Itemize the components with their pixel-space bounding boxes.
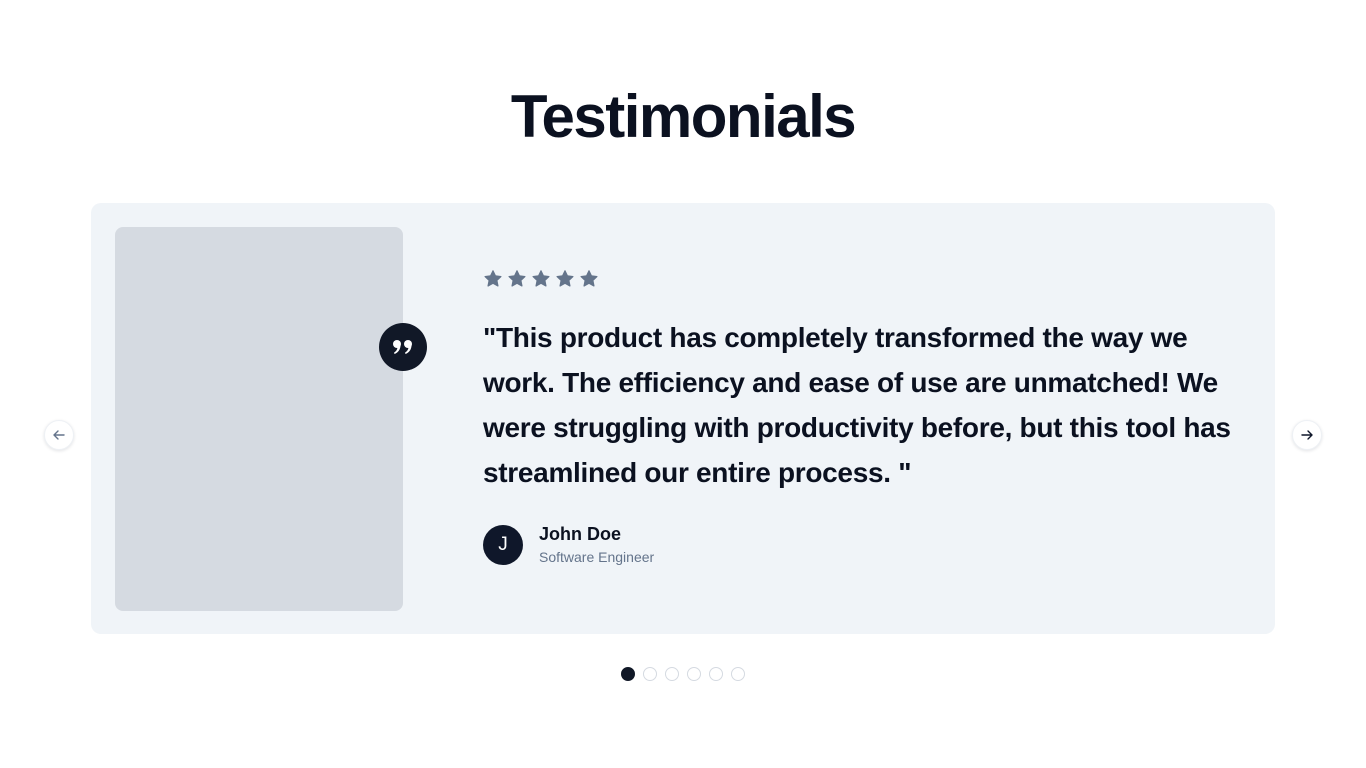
testimonial-quote: "This product has completely transformed… bbox=[483, 322, 1231, 488]
arrow-left-icon bbox=[53, 430, 65, 440]
pagination-dot[interactable] bbox=[643, 667, 657, 681]
pagination-dot[interactable] bbox=[687, 667, 701, 681]
quote-icon bbox=[393, 340, 412, 354]
quote-badge bbox=[379, 323, 427, 371]
star-icon bbox=[508, 270, 526, 287]
testimonial-photo-placeholder bbox=[115, 227, 403, 611]
avatar: J bbox=[483, 525, 523, 565]
star-rating bbox=[483, 269, 599, 289]
section-title: Testimonials bbox=[510, 83, 857, 150]
testimonial-card: "This product has completely transformed… bbox=[91, 203, 1275, 634]
next-slide-button[interactable] bbox=[1292, 420, 1322, 450]
arrow-right-icon bbox=[1301, 430, 1313, 440]
testimonial-author: J John Doe Software Engineer bbox=[483, 523, 654, 567]
pagination-dot[interactable] bbox=[731, 667, 745, 681]
pagination-dot[interactable] bbox=[665, 667, 679, 681]
previous-slide-button[interactable] bbox=[44, 420, 74, 450]
pagination-dot[interactable] bbox=[621, 667, 635, 681]
star-icon bbox=[484, 270, 502, 287]
author-name: John Doe bbox=[539, 524, 622, 544]
author-info: John Doe Software Engineer bbox=[539, 523, 654, 567]
carousel-pagination bbox=[621, 667, 745, 681]
star-icon bbox=[532, 270, 550, 287]
testimonials-section: Testimonials "This product has completel… bbox=[0, 0, 1366, 768]
star-icon bbox=[556, 270, 574, 287]
star-icon bbox=[580, 270, 598, 287]
author-role: Software Engineer bbox=[539, 549, 655, 565]
pagination-dot[interactable] bbox=[709, 667, 723, 681]
